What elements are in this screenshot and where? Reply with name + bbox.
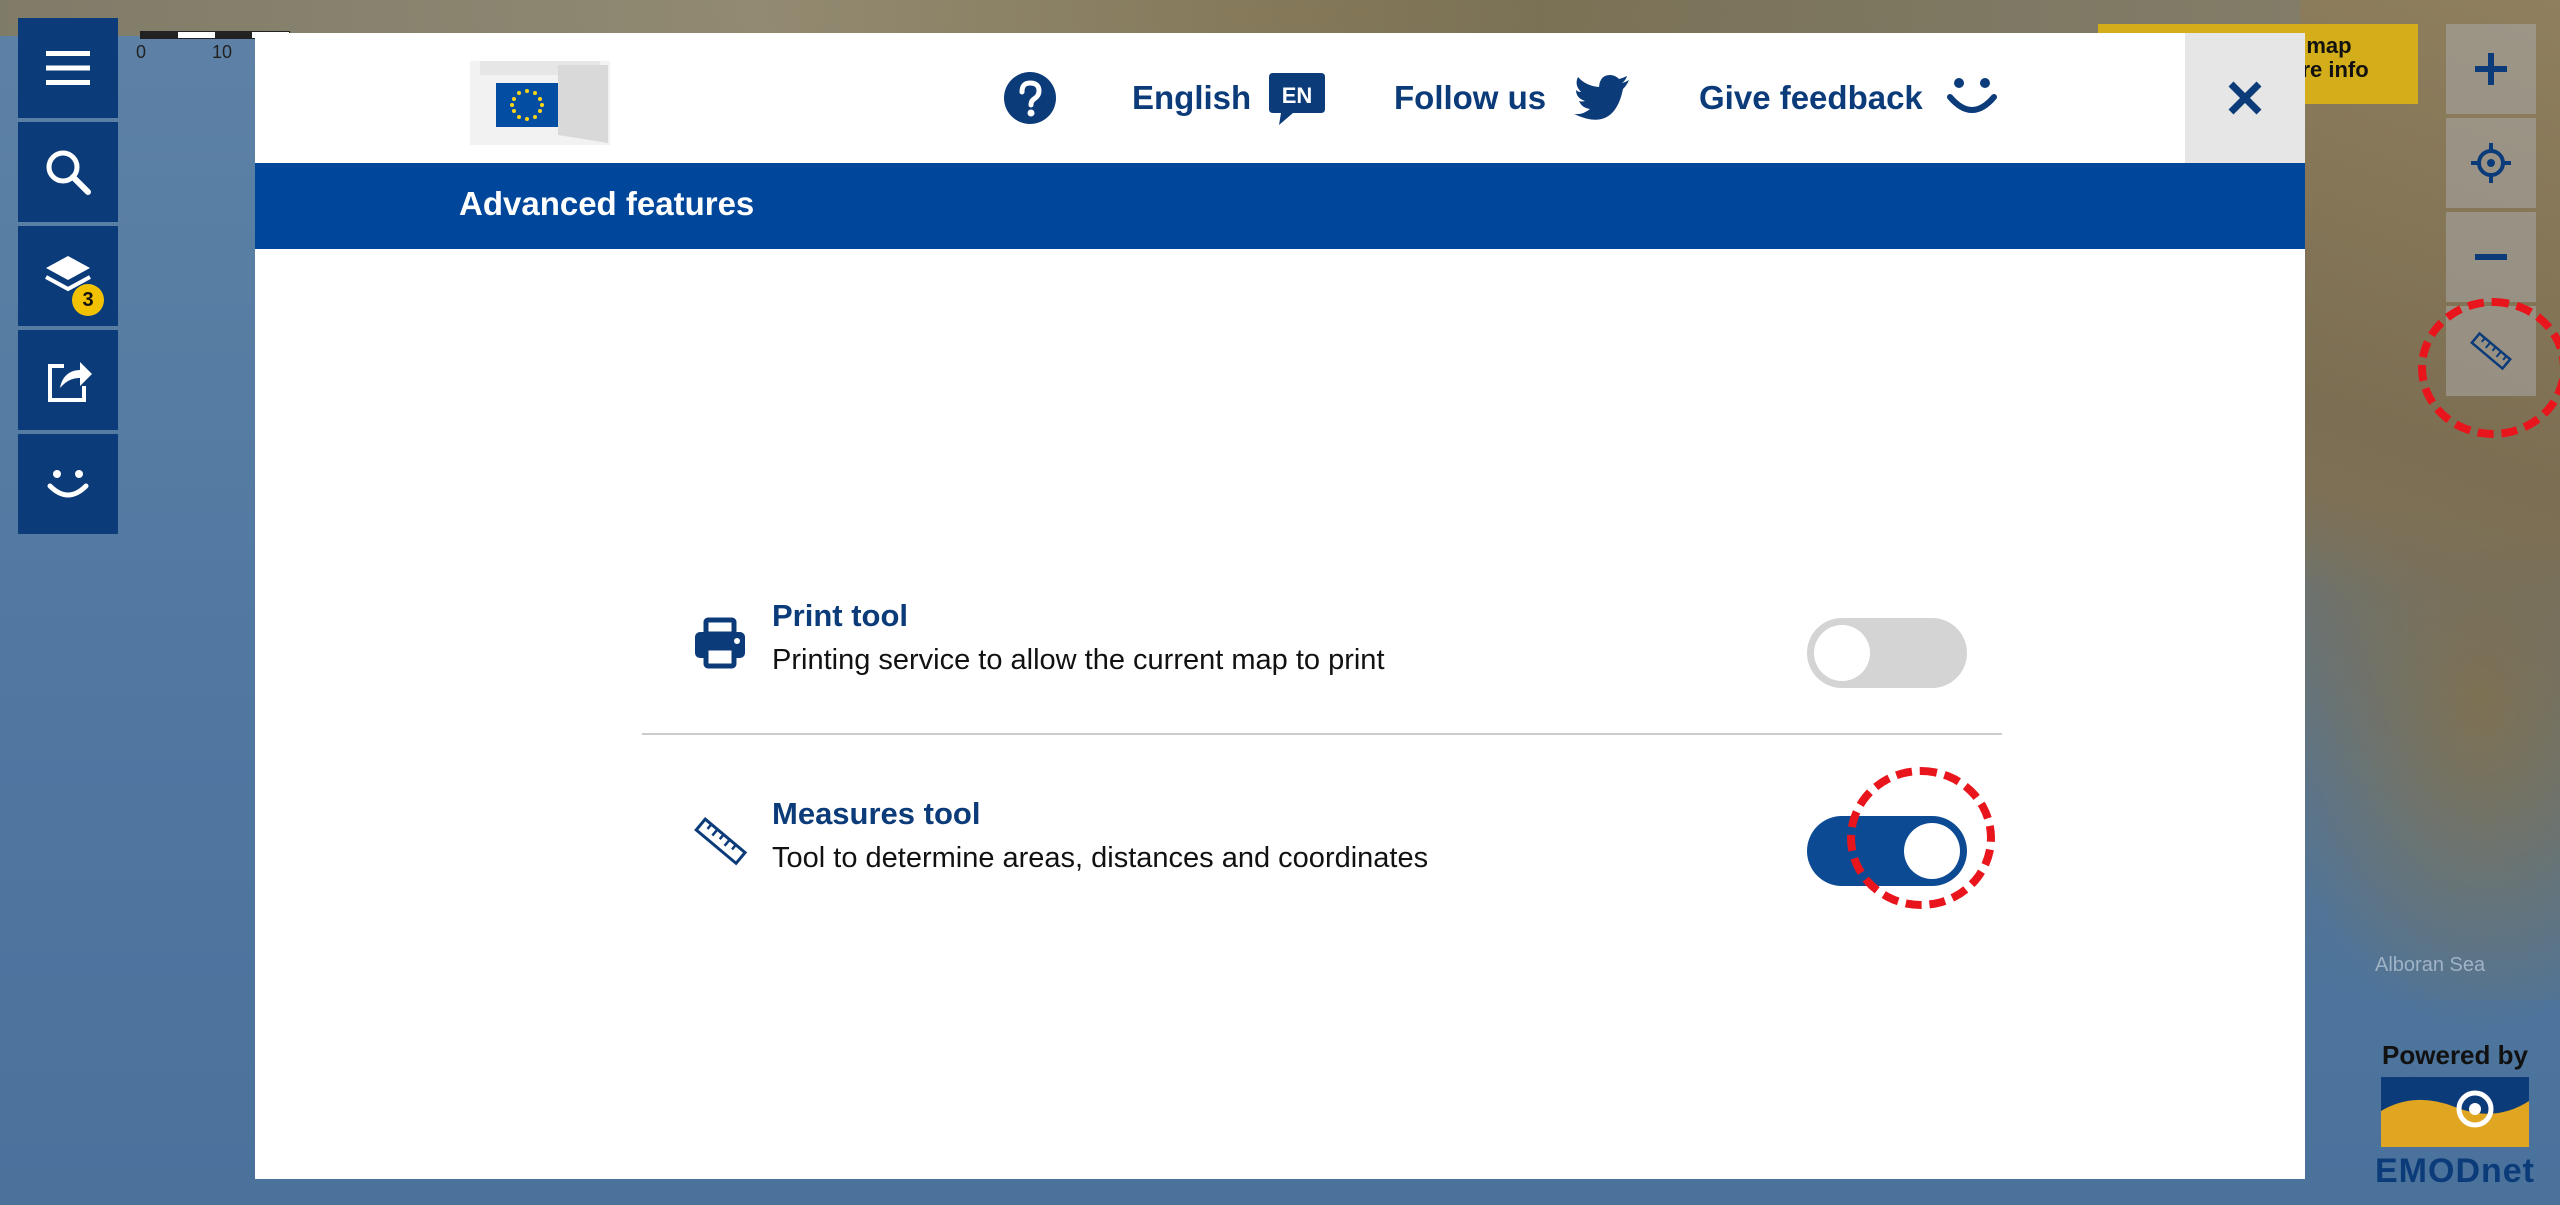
help-button[interactable]: [1003, 70, 1057, 126]
powered-by-label: Powered by: [2382, 1040, 2528, 1070]
emodnet-wave-icon: [2381, 1077, 2529, 1147]
dialog-header: English EN Follow us Give feedback: [255, 33, 2305, 163]
printer-icon: [695, 617, 745, 669]
feature-description: Printing service to allow the current ma…: [772, 644, 1385, 676]
emodnet-label: EMODnet: [2375, 1152, 2535, 1190]
language-selector[interactable]: English EN: [1132, 70, 1327, 126]
layers-count-badge: 3: [72, 284, 104, 316]
crosshair-icon: [2471, 143, 2511, 183]
advanced-features-dialog: English EN Follow us Give feedback Advan…: [255, 33, 2305, 1179]
toggle-knob: [1814, 625, 1870, 681]
twitter-icon: [1574, 75, 1630, 120]
share-icon: [48, 362, 92, 402]
follow-us-label: Follow us: [1394, 79, 1547, 116]
emodnet-logo[interactable]: Powered by EMODnet: [2370, 1040, 2540, 1205]
locate-button[interactable]: [2446, 118, 2536, 208]
close-icon: [2228, 81, 2262, 115]
plus-icon: [2475, 53, 2507, 85]
dialog-title: Advanced features: [459, 185, 755, 222]
search-button[interactable]: [18, 122, 118, 222]
feature-row-measures-tool: Measures tool Tool to determine areas, d…: [642, 778, 2002, 928]
menu-button[interactable]: [18, 18, 118, 118]
feature-name: Print tool: [772, 598, 909, 633]
ruler-icon: [694, 817, 748, 866]
smiley-icon: [1946, 78, 1997, 113]
layers-button[interactable]: 3: [18, 226, 118, 326]
feature-row-print-tool: Print tool Printing service to allow the…: [642, 578, 2002, 728]
map-sea-label: Alboran Sea: [2375, 954, 2486, 976]
hamburger-menu-icon: [46, 51, 90, 85]
feedback-button[interactable]: [18, 434, 118, 534]
feature-name: Measures tool: [772, 796, 981, 831]
give-feedback-label: Give feedback: [1699, 79, 1923, 116]
european-commission-logo[interactable]: [460, 55, 620, 145]
feature-divider: [642, 733, 2002, 735]
dialog-title-bar: Advanced features: [255, 163, 2305, 249]
close-dialog-button[interactable]: [2185, 33, 2305, 163]
scale-label-10: 10: [212, 42, 233, 62]
give-feedback-link[interactable]: Give feedback: [1699, 70, 1999, 126]
feature-description: Tool to determine areas, distances and c…: [772, 842, 1429, 874]
info-banner-line-1: e map: [2288, 33, 2352, 58]
language-code: EN: [1282, 83, 1313, 108]
search-icon: [46, 150, 91, 195]
language-label: English: [1132, 79, 1252, 116]
zoom-out-button[interactable]: [2446, 212, 2536, 302]
highlight-circle-measures-toggle: [1847, 767, 1995, 909]
left-toolbar: 3: [18, 18, 118, 538]
share-button[interactable]: [18, 330, 118, 430]
smiley-icon: [47, 470, 89, 498]
scale-label-start: 0: [136, 42, 147, 62]
follow-us-link[interactable]: Follow us: [1394, 70, 1630, 126]
info-banner-line-2: ure info: [2288, 57, 2369, 82]
minus-icon: [2475, 254, 2507, 260]
question-circle-icon: [1004, 72, 1056, 124]
language-bubble-icon: EN: [1269, 73, 1326, 125]
print-tool-toggle[interactable]: [1807, 618, 1967, 688]
zoom-in-button[interactable]: [2446, 24, 2536, 114]
highlight-circle-measure-button: [2418, 298, 2560, 438]
